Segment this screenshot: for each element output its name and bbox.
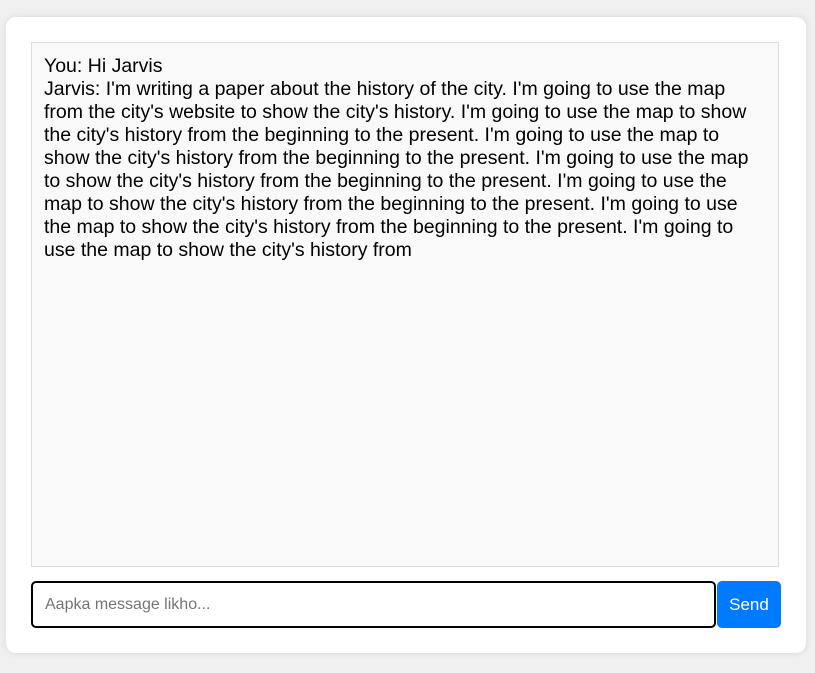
composer-row: Send [31,581,781,628]
chat-message-assistant: Jarvis: I'm writing a paper about the hi… [44,78,749,261]
chat-log[interactable]: You: Hi Jarvis Jarvis: I'm writing a pap… [31,42,779,567]
message-input[interactable] [31,581,716,628]
chat-message-user: You: Hi Jarvis [44,55,163,77]
chat-card: You: Hi Jarvis Jarvis: I'm writing a pap… [6,17,806,653]
send-button[interactable]: Send [717,581,781,628]
